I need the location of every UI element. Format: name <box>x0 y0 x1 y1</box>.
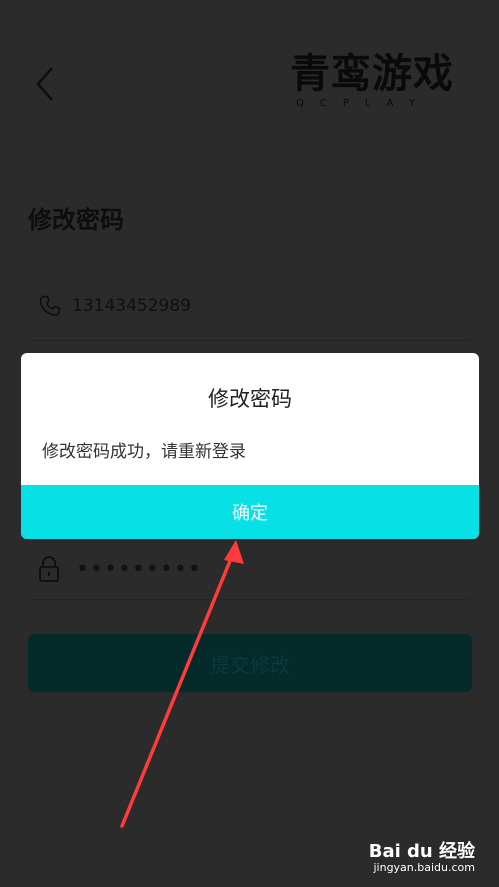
divider <box>28 340 470 341</box>
app-logo: 青鸾游戏 QCPLAY <box>290 52 470 116</box>
dialog-title: 修改密码 <box>208 387 292 411</box>
lock-icon <box>39 556 59 582</box>
baidu-watermark: Bai du 经验 jingyan.baidu.com <box>355 837 475 879</box>
chevron-left-icon <box>36 67 53 101</box>
password-value: ••••••••• <box>76 557 202 582</box>
phone-field[interactable]: 13143452989 <box>38 290 468 326</box>
success-dialog: 修改密码 修改密码成功，请重新登录 确定 <box>21 353 479 539</box>
submit-change-button[interactable]: 提交修改 <box>28 634 472 692</box>
logo-main-text: 青鸾游戏 <box>290 51 454 97</box>
page: 青鸾游戏 QCPLAY 修改密码 13143452989 ••••••••• 提… <box>0 0 499 887</box>
divider <box>28 599 470 600</box>
password-field[interactable]: ••••••••• <box>38 553 468 589</box>
dialog-message: 修改密码成功，请重新登录 <box>42 442 246 462</box>
logo-sub-text: QCPLAY <box>296 98 431 109</box>
confirm-button[interactable]: 确定 <box>21 485 479 539</box>
phone-icon <box>39 295 60 316</box>
phone-number: 13143452989 <box>72 296 191 316</box>
page-title: 修改密码 <box>28 206 124 234</box>
watermark-url: jingyan.baidu.com <box>373 861 475 874</box>
back-button[interactable] <box>30 62 64 106</box>
watermark-brand: Bai du 经验 <box>368 841 475 862</box>
